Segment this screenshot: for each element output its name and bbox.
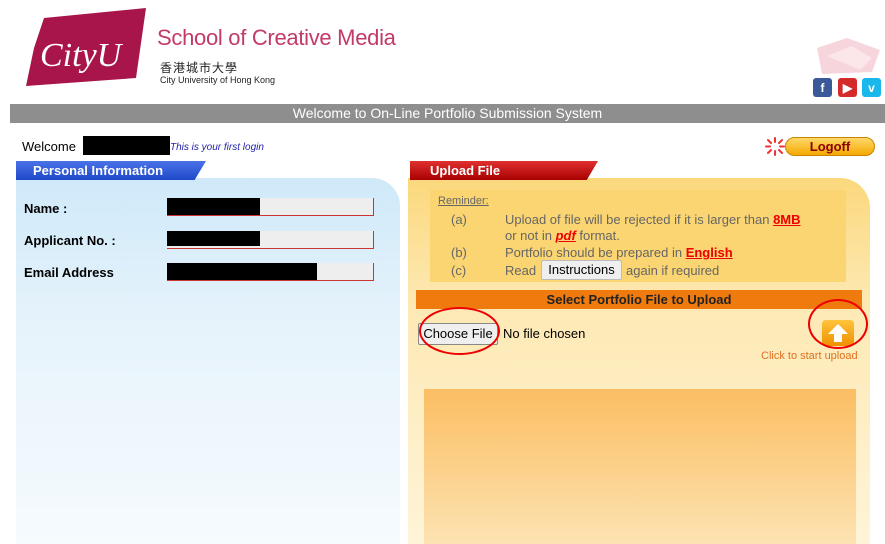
click-to-upload-label: Click to start upload: [761, 350, 858, 362]
english-link[interactable]: English: [686, 245, 733, 260]
reminder-letter-a: (a): [451, 212, 467, 227]
applicant-no-label: Applicant No. :: [24, 233, 116, 248]
vimeo-icon[interactable]: v: [862, 78, 881, 97]
school-name: School of Creative Media: [157, 25, 396, 50]
logoff-icon[interactable]: [764, 137, 786, 156]
select-file-header: Select Portfolio File to Upload: [416, 290, 862, 309]
reminder-letter-b: (b): [451, 245, 467, 260]
logoff-button[interactable]: Logoff: [785, 137, 875, 156]
cityu-logo: CityU: [26, 8, 146, 86]
reminder-text-a: Upload of file will be rejected if it is…: [505, 212, 801, 227]
email-redacted: [167, 263, 317, 280]
page-title: Welcome to On-Line Portfolio Submission …: [10, 104, 885, 123]
university-name-english: City University of Hong Kong: [160, 75, 276, 85]
university-name-chinese: 香港城市大學: [160, 61, 239, 75]
size-limit-link[interactable]: 8MB: [773, 212, 800, 227]
reminder-title: Reminder:: [438, 195, 489, 207]
highlight-circle: [419, 307, 500, 355]
instructions-button[interactable]: Instructions: [541, 260, 622, 280]
decorative-graphic: [812, 36, 882, 76]
personal-info-tab: Personal Information: [16, 161, 206, 180]
pdf-link[interactable]: pdf: [556, 228, 576, 243]
highlight-circle: [808, 299, 868, 349]
reminder-letter-c: (c): [451, 263, 467, 278]
upload-file-tab: Upload File: [410, 161, 598, 180]
upload-area: [424, 389, 856, 544]
reminder-text-a2: or not in pdf format.: [505, 228, 620, 243]
redacted-username: [83, 136, 170, 155]
reminder-text-b: Portfolio should be prepared in English: [505, 245, 733, 260]
name-label: Name :: [24, 201, 68, 216]
youtube-icon[interactable]: ▶: [838, 78, 857, 97]
email-label: Email Address: [24, 265, 114, 280]
logo-text: CityU: [40, 37, 124, 74]
reminder-text-c: Read: [505, 263, 537, 278]
first-login-note: This is your first login: [170, 142, 264, 153]
applicant-no-redacted: [167, 231, 260, 246]
file-status: No file chosen: [503, 326, 586, 341]
reminder-text-c2: again if required: [626, 263, 720, 278]
facebook-icon[interactable]: f: [813, 78, 832, 97]
name-redacted: [167, 198, 260, 215]
welcome-label: Welcome: [22, 139, 76, 154]
